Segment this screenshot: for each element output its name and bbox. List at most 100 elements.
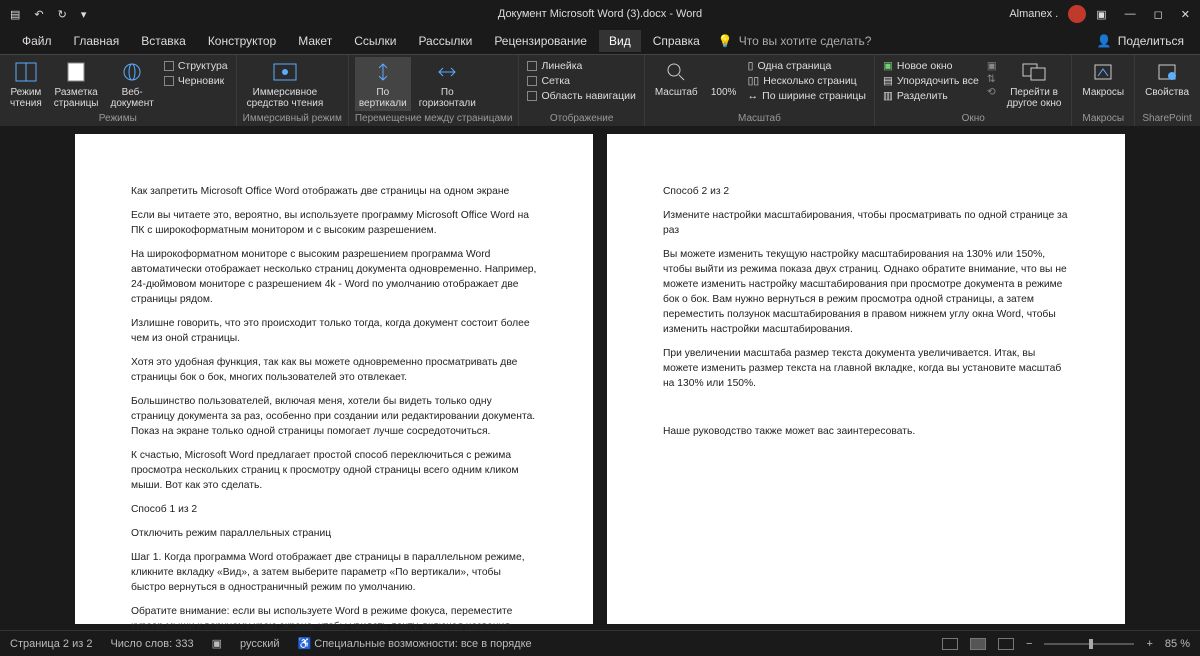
zoom-button[interactable]: Масштаб — [651, 57, 702, 100]
page-icon: ▯ — [748, 60, 754, 72]
menu-review[interactable]: Рецензирование — [484, 30, 597, 52]
view-print-icon[interactable] — [970, 638, 986, 650]
save-icon[interactable]: ▤ — [10, 8, 20, 21]
spellcheck-icon[interactable]: ▣ — [212, 637, 222, 650]
status-words[interactable]: Число слов: 333 — [110, 638, 193, 650]
paragraph: Отключить режим параллельных страниц — [131, 526, 537, 541]
share-button[interactable]: 👤Поделиться — [1097, 34, 1200, 48]
zoom-value[interactable]: 85 % — [1165, 638, 1190, 650]
paragraph: Хотя это удобная функция, так как вы мож… — [131, 355, 537, 385]
macros-button[interactable]: Макросы — [1078, 57, 1128, 100]
view-web-icon[interactable] — [998, 638, 1014, 650]
pages-icon: ▯▯ — [748, 75, 760, 87]
immersive-reader-button[interactable]: Иммерсивноесредство чтения — [243, 57, 328, 111]
status-lang[interactable]: русский — [240, 638, 279, 650]
multi-page-button[interactable]: ▯▯Несколько страниц — [748, 74, 866, 88]
zoom-out-button[interactable]: − — [1026, 638, 1032, 650]
web-layout-button[interactable]: Веб-документ — [107, 57, 158, 111]
tell-me[interactable]: 💡Что вы хотите сделать? — [718, 34, 872, 48]
paragraph: Как запретить Microsoft Office Word отоб… — [131, 184, 537, 199]
lightbulb-icon: 💡 — [718, 34, 733, 48]
close-button[interactable]: ✕ — [1181, 8, 1190, 21]
paragraph: Вы можете изменить текущую настройку мас… — [663, 247, 1069, 337]
menu-file[interactable]: Файл — [12, 30, 62, 52]
menu-help[interactable]: Справка — [643, 30, 710, 52]
width-icon: ↔ — [748, 90, 759, 102]
menu-insert[interactable]: Вставка — [131, 30, 196, 52]
page-width-button[interactable]: ↔По ширине страницы — [748, 89, 866, 103]
menu-layout[interactable]: Макет — [288, 30, 342, 52]
status-a11y[interactable]: ♿ Специальные возможности: все в порядке — [298, 637, 532, 650]
maximize-button[interactable]: ◻ — [1154, 8, 1163, 21]
page-1: Как запретить Microsoft Office Word отоб… — [75, 134, 593, 624]
group-macros: Макросы Макросы — [1072, 55, 1135, 126]
group-show: Линейка Сетка Область навигации Отображе… — [519, 55, 644, 126]
menu-refs[interactable]: Ссылки — [344, 30, 406, 52]
split-button[interactable]: ▥Разделить — [883, 89, 979, 103]
menu-view[interactable]: Вид — [599, 30, 641, 52]
one-page-button[interactable]: ▯Одна страница — [748, 59, 866, 73]
statusbar: Страница 2 из 2 Число слов: 333 ▣ русски… — [0, 630, 1200, 656]
outline-button[interactable]: Структура — [164, 59, 228, 73]
paragraph: На широкоформатном мониторе с высоким ра… — [131, 247, 537, 307]
paragraph — [663, 400, 1069, 415]
ribbon-display-icon[interactable]: ▣ — [1096, 8, 1106, 21]
page-2: Способ 2 из 2 Измените настройки масштаби… — [607, 134, 1125, 624]
undo-icon[interactable]: ↶ — [34, 8, 43, 21]
arrange-icon: ▤ — [883, 75, 893, 87]
split-icon: ▥ — [883, 90, 893, 102]
side-by-side-icon[interactable]: ▣ — [987, 60, 997, 72]
group-immersive: Иммерсивноесредство чтения Иммерсивный р… — [237, 55, 349, 126]
document-area[interactable]: Как запретить Microsoft Office Word отоб… — [0, 126, 1200, 630]
vertical-button[interactable]: Повертикали — [355, 57, 411, 111]
zoom-in-button[interactable]: + — [1146, 638, 1152, 650]
status-page[interactable]: Страница 2 из 2 — [10, 638, 92, 650]
paragraph: К счастью, Microsoft Word предлагает про… — [131, 448, 537, 493]
navpane-checkbox[interactable]: Область навигации — [527, 89, 635, 103]
group-window: ▣Новое окно ▤Упорядочить все ▥Разделить … — [875, 55, 1072, 126]
horizontal-button[interactable]: Погоризонтали — [415, 57, 480, 111]
print-layout-button[interactable]: Разметкастраницы — [50, 57, 103, 111]
a11y-icon: ♿ — [298, 638, 312, 650]
menubar: Файл Главная Вставка Конструктор Макет С… — [0, 28, 1200, 54]
menu-design[interactable]: Конструктор — [198, 30, 286, 52]
paragraph: Способ 1 из 2 — [131, 502, 537, 517]
zoom-slider[interactable] — [1044, 643, 1134, 645]
sync-scroll-icon[interactable]: ⇅ — [987, 73, 997, 85]
document-title: Документ Microsoft Word (3).docx - Word — [498, 8, 702, 20]
properties-button[interactable]: Свойства — [1141, 57, 1193, 100]
read-mode-button[interactable]: Режимчтения — [6, 57, 46, 111]
paragraph: Если вы читаете это, вероятно, вы исполь… — [131, 208, 537, 238]
zoom-100-button[interactable]: 100% — [706, 57, 742, 100]
menu-mail[interactable]: Рассылки — [408, 30, 482, 52]
new-window-button[interactable]: ▣Новое окно — [883, 59, 979, 73]
paragraph: Измените настройки масштабирования, чтоб… — [663, 208, 1069, 238]
paragraph: Большинство пользователей, включая меня,… — [131, 394, 537, 439]
user-name[interactable]: Almanex . — [1009, 8, 1058, 20]
qa-more-icon[interactable]: ▾ — [81, 8, 87, 21]
group-pagemove: Повертикали Погоризонтали Перемещение ме… — [349, 55, 520, 126]
paragraph: Излишне говорить, что это происходит тол… — [131, 316, 537, 346]
view-read-icon[interactable] — [942, 638, 958, 650]
avatar[interactable] — [1068, 5, 1086, 23]
switch-windows-button[interactable]: Перейти вдругое окно — [1003, 57, 1066, 111]
newwin-icon: ▣ — [883, 60, 893, 72]
paragraph: Обратите внимание: если вы используете W… — [131, 604, 537, 630]
paragraph: При увеличении масштаба размер текста до… — [663, 346, 1069, 391]
paragraph: Шаг 1. Когда программа Word отображает д… — [131, 550, 537, 595]
redo-icon[interactable]: ↻ — [58, 8, 67, 21]
gridlines-checkbox[interactable]: Сетка — [527, 74, 635, 88]
arrange-all-button[interactable]: ▤Упорядочить все — [883, 74, 979, 88]
group-zoom: Масштаб 100% ▯Одна страница ▯▯Несколько … — [645, 55, 875, 126]
ribbon: Режимчтения Разметкастраницы Веб-докумен… — [0, 54, 1200, 126]
ruler-checkbox[interactable]: Линейка — [527, 59, 635, 73]
share-icon: 👤 — [1097, 34, 1112, 48]
minimize-button[interactable]: — — [1125, 8, 1136, 21]
reset-pos-icon[interactable]: ⟲ — [987, 86, 997, 98]
draft-button[interactable]: Черновик — [164, 74, 228, 88]
titlebar: ▤ ↶ ↻ ▾ Документ Microsoft Word (3).docx… — [0, 0, 1200, 28]
paragraph: Наше руководство также может вас заинтер… — [663, 424, 1069, 439]
menu-home[interactable]: Главная — [64, 30, 130, 52]
paragraph: Способ 2 из 2 — [663, 184, 1069, 199]
group-sharepoint: Свойства SharePoint — [1135, 55, 1199, 126]
